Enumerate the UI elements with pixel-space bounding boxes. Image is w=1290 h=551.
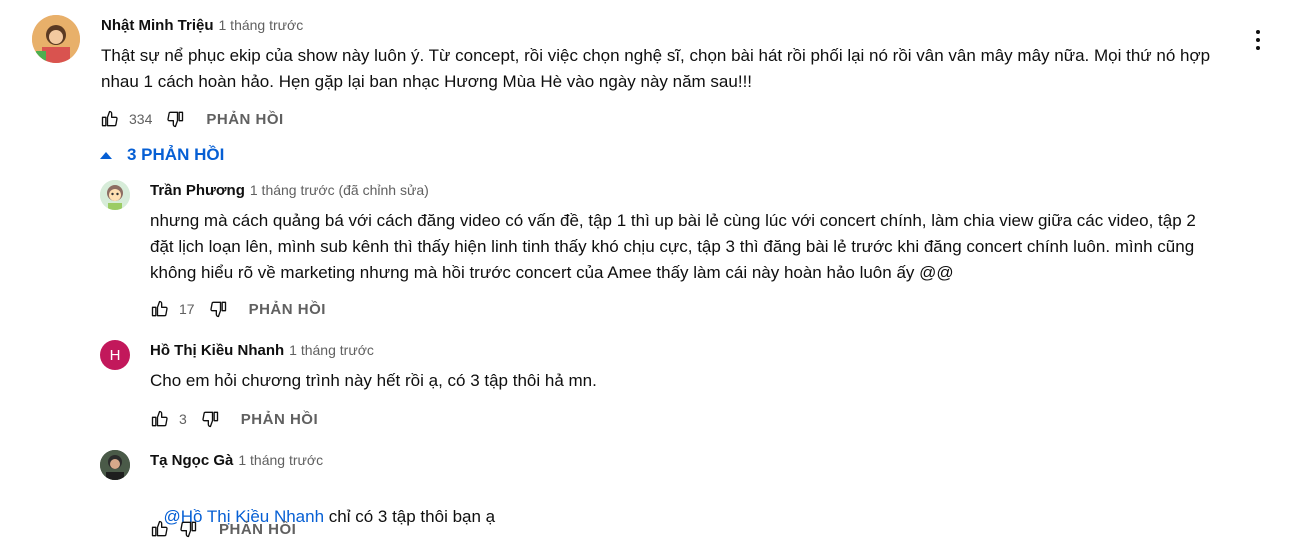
dislike-icon[interactable] (207, 298, 229, 320)
reply-button[interactable]: PHẢN HỒI (206, 111, 283, 128)
comment-text-line: Thật sự nể phục ekip của show này luôn ý… (101, 46, 1211, 65)
like-icon[interactable] (149, 298, 171, 320)
reply-header: Trần Phương 1 tháng trước (đã chỉnh sửa) (150, 180, 429, 201)
reply-actions: 17 PHẢN HỒI (149, 297, 326, 321)
reply-text: nhưng mà cách quảng bá với cách đăng vid… (150, 208, 1250, 286)
reply-text: Cho em hỏi chương trình này hết rồi ạ, c… (150, 371, 597, 390)
comment-time[interactable]: 1 tháng trước (219, 17, 304, 33)
reply-actions: 3 PHẢN HỒI (149, 407, 318, 431)
reply-actions: PHẢN HỒI (149, 517, 296, 541)
like-icon[interactable] (149, 408, 171, 430)
comment-author[interactable]: Nhật Minh Triệu (101, 17, 214, 34)
reply-text: @Hồ Thị Kiều Nhanh chỉ có 3 tập thôi bạn… (150, 478, 1250, 530)
reply-text-body: chỉ có 3 tập thôi bạn ạ (324, 507, 496, 526)
dislike-icon[interactable] (164, 108, 186, 130)
reply-time[interactable]: 1 tháng trước (289, 342, 374, 358)
reply-button[interactable]: PHẢN HỒI (219, 521, 296, 538)
comment-text-line: nhau 1 cách hoàn hảo. Hẹn gặp lại ban nh… (101, 72, 753, 91)
dislike-icon[interactable] (199, 408, 221, 430)
reply-time[interactable]: 1 tháng trước (238, 452, 323, 468)
reply-header: Hồ Thị Kiều Nhanh 1 tháng trước (150, 340, 374, 361)
reply-button[interactable]: PHẢN HỒI (241, 411, 318, 428)
reply-text-line: đặt lịch loạn lên, mình sub kênh thì thấ… (150, 237, 1195, 256)
like-icon[interactable] (99, 108, 121, 130)
replies-toggle-label: 3 PHẢN HỒI (127, 145, 225, 164)
like-count: 3 (179, 411, 187, 427)
comment-header: Nhật Minh Triệu 1 tháng trước (101, 15, 303, 36)
comment-actions: 334 PHẢN HỒI (99, 107, 284, 131)
reply-avatar[interactable] (100, 450, 130, 480)
caret-up-icon (100, 152, 112, 159)
avatar-letter: H (109, 346, 121, 364)
like-count: 334 (129, 111, 153, 127)
more-actions-icon[interactable] (1246, 20, 1270, 60)
reply-time[interactable]: 1 tháng trước (đã chỉnh sửa) (250, 182, 429, 198)
reply-button[interactable]: PHẢN HỒI (249, 301, 326, 318)
reply-text-line: không hiểu rõ về marketing nhưng mà hồi … (150, 263, 954, 282)
reply-author[interactable]: Hồ Thị Kiều Nhanh (150, 342, 284, 359)
reply-header: Tạ Ngọc Gà 1 tháng trước (150, 450, 323, 471)
reply-avatar[interactable]: H (100, 340, 130, 370)
like-icon[interactable] (149, 518, 171, 540)
like-count: 17 (179, 301, 195, 317)
comment-text: Thật sự nể phục ekip của show này luôn ý… (101, 43, 1241, 95)
reply-text-line: nhưng mà cách quảng bá với cách đăng vid… (150, 211, 1196, 230)
reply-author[interactable]: Tạ Ngọc Gà (150, 452, 233, 469)
replies-toggle-button[interactable]: 3 PHẢN HỒI (99, 145, 224, 165)
reply-author[interactable]: Trần Phương (150, 182, 245, 199)
dislike-icon[interactable] (177, 518, 199, 540)
reply-avatar[interactable] (100, 180, 130, 210)
commenter-avatar[interactable] (32, 15, 80, 63)
